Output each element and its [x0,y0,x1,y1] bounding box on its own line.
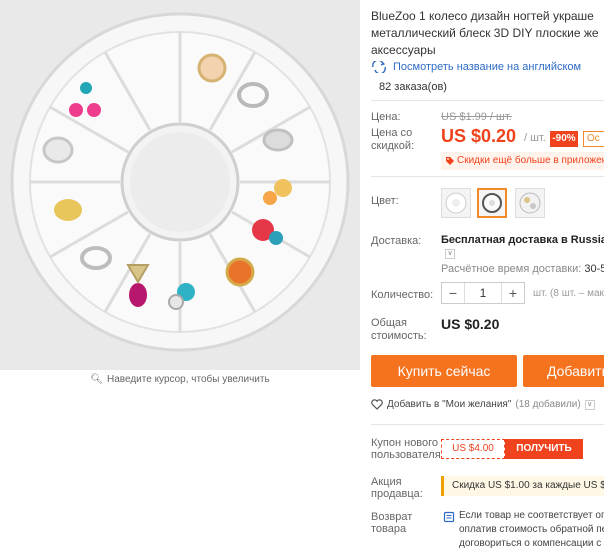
translate-title-text: Посмотреть название на английском [393,61,582,73]
quantity-label: Количество: [371,289,434,301]
discount-price: US $0.20 [441,126,517,146]
color-swatch[interactable] [515,188,545,218]
promo-tag[interactable]: Ос [583,131,604,147]
product-title-line: BlueZoo 1 колесо дизайн ногтей украше [371,9,594,23]
old-price: US $1.99 / шт. [441,111,512,123]
zoom-hint: 🔍︎ Наведите курсор, чтобы увеличить [0,374,360,385]
return-policy-line: Если товар не соответствует оп [459,510,604,521]
total-label-1: Общая [371,317,407,329]
product-image-pane[interactable] [0,0,360,370]
shipping-method[interactable]: Бесплатная доставка в Russian Fe [441,234,604,246]
divider [371,100,604,101]
chevron-down-icon[interactable]: ∨ [445,249,455,259]
zoom-hint-text: Наведите курсор, чтобы увеличить [107,374,270,385]
color-swatch-selected[interactable] [477,188,507,218]
nail-art-wheel-image [10,12,350,352]
translate-icon [372,61,386,73]
add-to-cart-button[interactable]: Добавить [523,355,604,387]
shipping-label: Доставка: [371,235,422,247]
orders-count: 82 заказа(ов) [379,81,447,93]
get-coupon-button[interactable]: ПОЛУЧИТЬ [505,439,583,459]
quantity-note: шт. (8 шт. – макс на [533,288,604,299]
return-label-2: товара [371,523,407,535]
divider [371,424,604,425]
return-policy-line: оплатив стоимость обратной пе [459,524,604,535]
coupon-amount: US $4.00 [441,439,505,459]
total-price: US $0.20 [441,316,500,332]
discount-price-label-1: Цена со [371,127,413,139]
quantity-decrease-button[interactable]: − [442,283,464,303]
add-to-wishlist[interactable]: Добавить в "Мои желания" (18 добавили) ∨ [371,399,595,410]
magnifier-icon: 🔍︎ [90,374,104,385]
delivery-time-label: Расчётное время доставки: [441,263,582,275]
coupon-label-2: пользователя [371,449,441,461]
delivery-time: Расчётное время доставки: 30-50 [441,263,604,275]
wishlist-text: Добавить в "Мои желания" [387,399,512,410]
swatch-thumbnail [445,192,467,214]
shield-icon [443,511,455,523]
product-info-panel: BlueZoo 1 колесо дизайн ногтей украше ме… [371,0,604,552]
buy-now-button[interactable]: Купить сейчас [371,355,517,387]
price-unit: / шт. [524,132,546,144]
chevron-down-icon[interactable]: ∨ [584,399,595,410]
total-label-2: стоимость: [371,330,427,342]
product-title: BlueZoo 1 колесо дизайн ногтей украше ме… [371,8,604,59]
product-title-line: аксессуары [371,43,436,57]
translate-title-link[interactable]: Посмотреть название на английском [371,61,581,73]
seller-promo-label-2: продавца: [371,488,423,500]
price-tag-icon [446,157,454,165]
color-label: Цвет: [371,195,399,207]
swatch-thumbnail [519,192,541,214]
quantity-increase-button[interactable]: + [502,283,524,303]
app-promo-text: Скидки ещё больше в приложен [457,155,604,166]
delivery-time-value: 30-50 [584,263,604,275]
discount-badge: -90% [550,131,578,147]
swatch-thumbnail [482,193,502,213]
app-promo-banner[interactable]: Скидки ещё больше в приложен [441,152,604,170]
new-user-coupon: US $4.00 ПОЛУЧИТЬ [441,439,583,459]
return-policy-text: Если товар не соответствует оп оплатив с… [459,509,604,551]
quantity-stepper: − 1 + [441,282,525,304]
color-swatch[interactable] [441,188,471,218]
heart-icon [371,399,383,410]
seller-promo[interactable]: Скидка US $1.00 за каждые US $2 [441,476,604,496]
product-title-line: металлический блеск 3D DIY плоские же [371,26,599,40]
discount-price-label-2: скидкой: [371,140,415,152]
quantity-input[interactable]: 1 [464,283,502,303]
price-label: Цена: [371,111,401,123]
wishlist-count: (18 добавили) [515,399,581,410]
return-policy-line: договориться о компенсации с [459,538,602,549]
divider [371,176,604,177]
